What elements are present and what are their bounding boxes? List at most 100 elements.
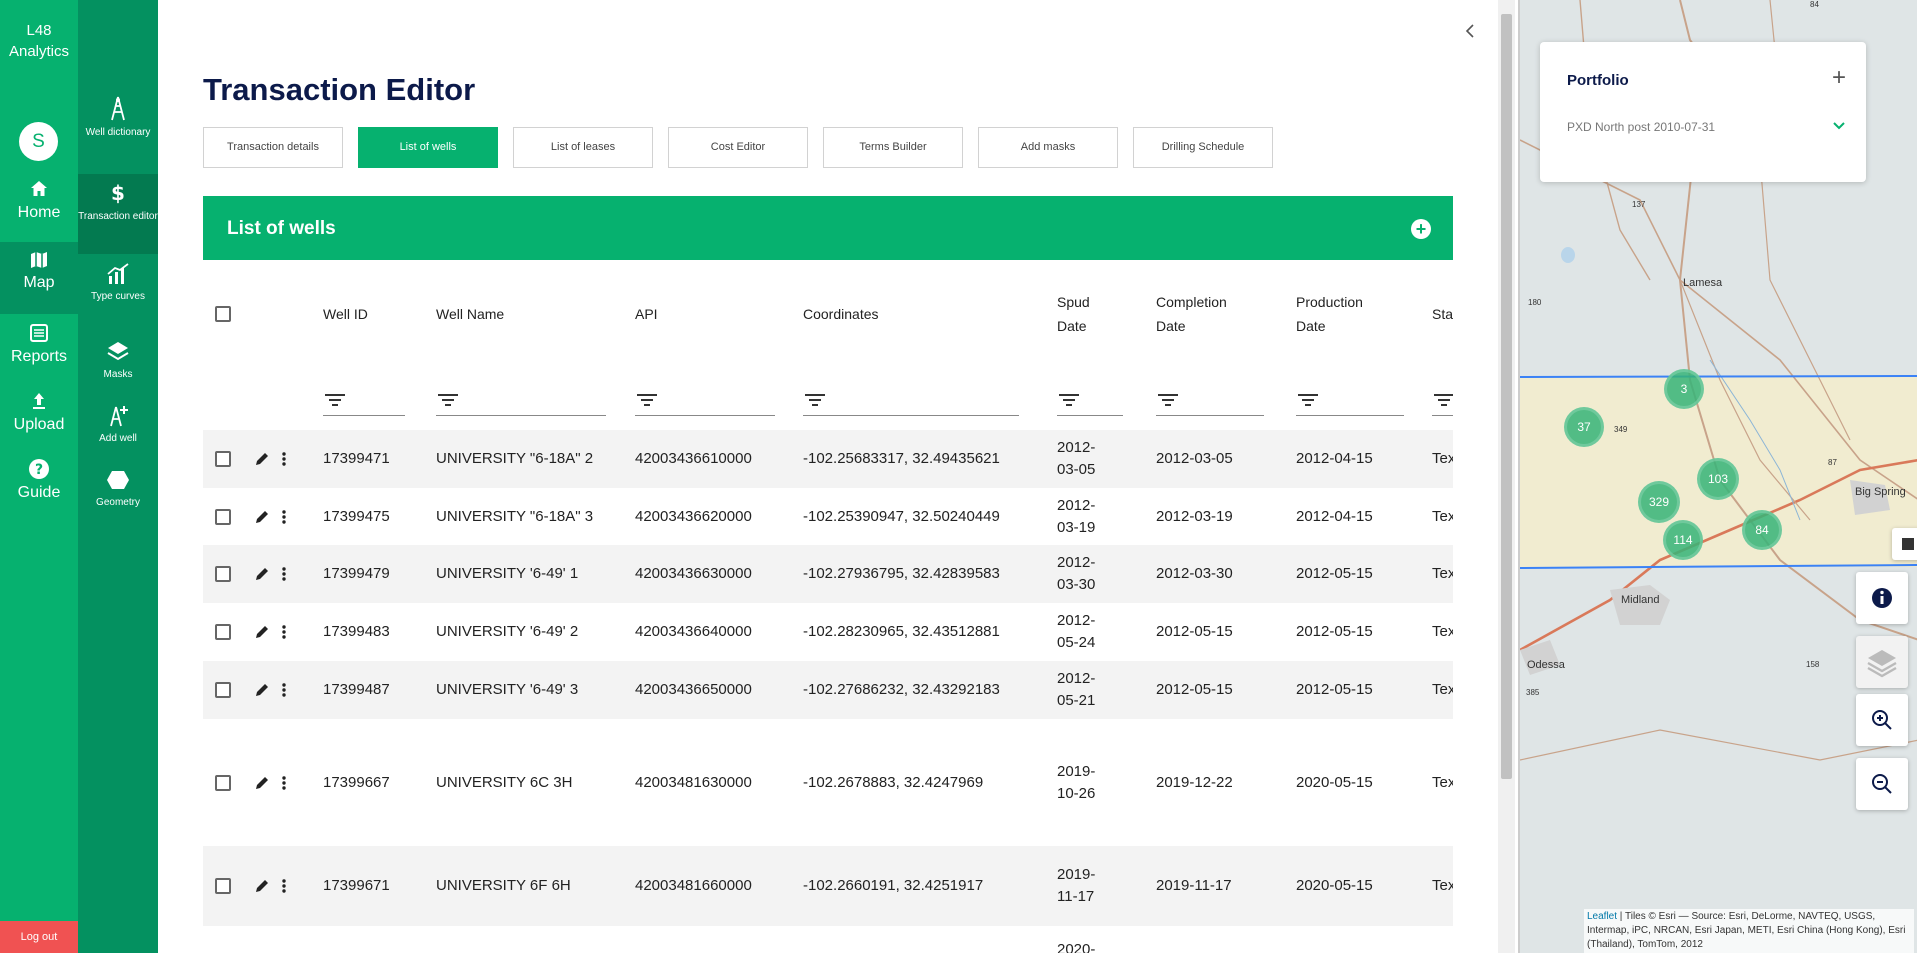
filter-completion-date[interactable] bbox=[1156, 388, 1264, 416]
row-menu-button[interactable] bbox=[281, 565, 287, 587]
subnav-label: Add well bbox=[99, 433, 137, 444]
subnav-type-curves[interactable]: Type curves bbox=[78, 262, 158, 340]
leaflet-link[interactable]: Leaflet bbox=[1587, 911, 1617, 922]
well-cluster-marker[interactable]: 103 bbox=[1697, 458, 1739, 500]
nav-item-label: Guide bbox=[17, 484, 61, 501]
completion-date-cell: 2012-05-15 bbox=[1156, 681, 1233, 698]
primary-nav: L48 Analytics S Home Map Reports Upload … bbox=[0, 0, 78, 953]
filter-spud-date[interactable] bbox=[1057, 388, 1123, 416]
tab-cost-editor[interactable]: Cost Editor bbox=[668, 127, 808, 168]
secondary-nav: Well dictionary $ Transaction editor Typ… bbox=[78, 0, 158, 953]
road-shield-180: 180 bbox=[1528, 298, 1542, 307]
filter-icon bbox=[1434, 394, 1453, 408]
row-checkbox[interactable] bbox=[215, 774, 231, 791]
portfolio-select[interactable]: PXD North post 2010-07-31 bbox=[1567, 120, 1837, 140]
production-date-cell: 2012-05-15 bbox=[1296, 565, 1373, 582]
nav-item-reports[interactable]: Reports bbox=[0, 320, 78, 390]
select-all-checkbox[interactable] bbox=[215, 306, 231, 322]
subnav-transaction-editor[interactable]: $ Transaction editor bbox=[78, 174, 158, 254]
edit-row-button[interactable] bbox=[253, 774, 271, 796]
user-avatar[interactable]: S bbox=[19, 122, 58, 161]
tab-terms-builder[interactable]: Terms Builder bbox=[823, 127, 963, 168]
filter-well-name[interactable] bbox=[436, 388, 606, 416]
row-menu-button[interactable] bbox=[281, 508, 287, 530]
well-name-cell: UNIVERSITY "6-18A" 3 bbox=[436, 507, 594, 525]
edit-row-button[interactable] bbox=[253, 877, 271, 899]
edit-row-button[interactable] bbox=[253, 681, 271, 703]
row-checkbox[interactable] bbox=[215, 878, 231, 894]
draw-square-button[interactable] bbox=[1892, 528, 1917, 560]
brand-line-2: Analytics bbox=[8, 43, 70, 60]
row-checkbox[interactable] bbox=[215, 566, 231, 582]
well-cluster-marker[interactable]: 37 bbox=[1564, 407, 1604, 447]
row-menu-button[interactable] bbox=[281, 774, 287, 796]
row-menu-button[interactable] bbox=[281, 681, 287, 703]
row-menu-button[interactable] bbox=[281, 450, 287, 472]
add-well-button[interactable]: + bbox=[1411, 219, 1431, 239]
nav-item-upload[interactable]: Upload bbox=[0, 388, 78, 458]
scrollbar-thumb[interactable] bbox=[1501, 14, 1512, 779]
filter-production-date[interactable] bbox=[1296, 388, 1404, 416]
filter-well-id[interactable] bbox=[323, 388, 405, 416]
coordinates-cell: -102.28230965, 32.43512881 bbox=[803, 623, 1000, 640]
edit-row-button[interactable] bbox=[253, 565, 271, 587]
zoom-in-button[interactable] bbox=[1856, 694, 1908, 746]
api-cell: 42003436620000 bbox=[635, 507, 752, 525]
filter-icon bbox=[325, 394, 345, 408]
well-cluster-marker[interactable]: 84 bbox=[1742, 510, 1782, 550]
well-name-cell: UNIVERSITY '6-49' 1 bbox=[436, 565, 579, 582]
col-header-state: Sta bbox=[1432, 306, 1453, 322]
tab-drilling-schedule[interactable]: Drilling Schedule bbox=[1133, 127, 1273, 168]
map-panel[interactable]: Lamesa Big Spring Midland Odessa 84 137 … bbox=[1518, 0, 1917, 953]
edit-row-button[interactable] bbox=[253, 623, 271, 645]
production-date-cell: 2012-04-15 bbox=[1296, 507, 1373, 525]
well-cluster-marker[interactable]: 3 bbox=[1664, 369, 1704, 409]
zoom-out-button[interactable] bbox=[1856, 758, 1908, 810]
filter-api[interactable] bbox=[635, 388, 775, 416]
info-button[interactable] bbox=[1856, 572, 1908, 624]
main-scrollbar[interactable] bbox=[1498, 0, 1515, 953]
row-checkbox[interactable] bbox=[215, 682, 231, 698]
filter-coordinates[interactable] bbox=[803, 388, 1019, 416]
tab-add-masks[interactable]: Add masks bbox=[978, 127, 1118, 168]
nav-item-home[interactable]: Home bbox=[0, 176, 78, 246]
row-checkbox[interactable] bbox=[215, 508, 231, 525]
spud-date-line: 2012- bbox=[1057, 439, 1096, 456]
edit-row-button[interactable] bbox=[253, 450, 271, 472]
row-menu-button[interactable] bbox=[281, 877, 287, 899]
row-checkbox[interactable] bbox=[215, 451, 231, 467]
tab-list-of-leases[interactable]: List of leases bbox=[513, 127, 653, 168]
api-cell: 42003481630000 bbox=[635, 773, 752, 791]
tab-list-of-wells[interactable]: List of wells bbox=[358, 127, 498, 168]
chevron-down-icon[interactable] bbox=[1832, 118, 1846, 134]
filter-icon bbox=[1298, 394, 1318, 408]
filter-icon bbox=[438, 394, 458, 408]
collapse-panel-button[interactable] bbox=[1460, 22, 1480, 46]
table-row: 17399479 UNIVERSITY '6-49' 1 4200343663000… bbox=[203, 545, 1453, 603]
row-menu-button[interactable] bbox=[281, 623, 287, 645]
completion-date-cell: 2012-05-15 bbox=[1156, 623, 1233, 640]
nav-item-guide[interactable]: ? Guide bbox=[0, 456, 78, 526]
more-vertical-icon bbox=[282, 683, 286, 697]
spud-date-line: 03-30 bbox=[1057, 576, 1096, 593]
row-checkbox[interactable] bbox=[215, 624, 231, 640]
nav-item-map[interactable]: Map bbox=[0, 242, 78, 314]
logout-button[interactable]: Log out bbox=[0, 921, 78, 953]
production-date-cell: 2012-04-15 bbox=[1296, 450, 1373, 467]
spud-date-line: 2019- bbox=[1057, 762, 1096, 780]
table-header: Well ID Well Name API Coordinates Spud D… bbox=[203, 270, 1453, 430]
tab-transaction-details[interactable]: Transaction details bbox=[203, 127, 343, 168]
subnav-well-dictionary[interactable]: Well dictionary bbox=[78, 96, 158, 174]
subnav-label: Masks bbox=[103, 369, 133, 380]
well-id-cell: 17399667 bbox=[323, 773, 390, 791]
add-portfolio-button[interactable]: + bbox=[1832, 64, 1846, 92]
layers-button[interactable] bbox=[1856, 636, 1908, 688]
nav-item-label: Home bbox=[17, 204, 61, 221]
coordinates-cell: -102.27686232, 32.43292183 bbox=[803, 681, 1000, 698]
subnav-geometry[interactable]: Geometry bbox=[78, 468, 158, 546]
map-attribution: Leaflet | Tiles © Esri — Source: Esri, D… bbox=[1584, 909, 1914, 953]
well-cluster-marker[interactable]: 329 bbox=[1638, 481, 1680, 523]
well-cluster-marker[interactable]: 114 bbox=[1663, 520, 1703, 560]
edit-row-button[interactable] bbox=[253, 508, 271, 530]
filter-state[interactable] bbox=[1432, 388, 1453, 416]
